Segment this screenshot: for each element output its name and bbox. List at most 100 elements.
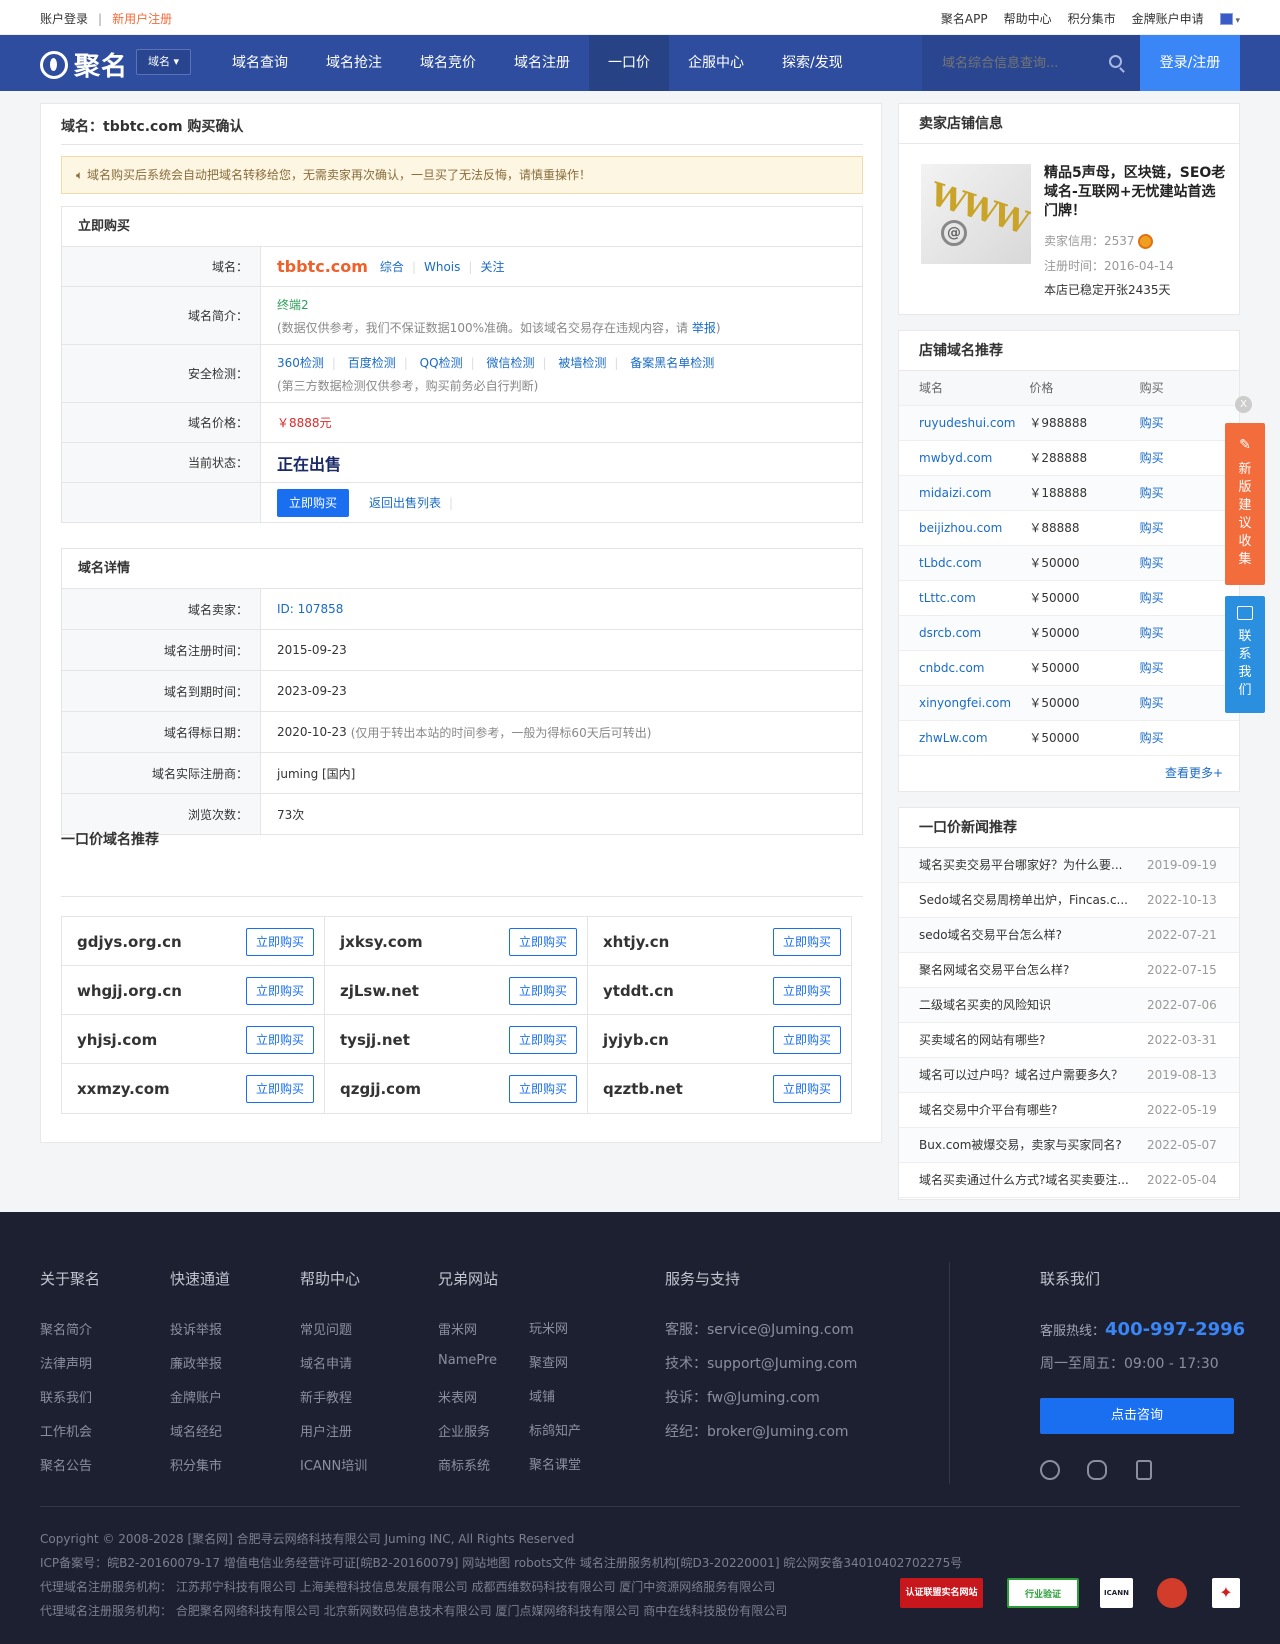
- check-qq-link[interactable]: QQ检测: [420, 356, 463, 370]
- overview-link[interactable]: 综合: [380, 258, 404, 275]
- check-wall-link[interactable]: 被墙检测: [558, 356, 606, 370]
- recommend-domain[interactable]: zjLsw.net: [340, 982, 419, 1000]
- seller-id-link[interactable]: ID: 107858: [277, 602, 862, 616]
- recommend-buy-button[interactable]: 立即购买: [773, 928, 841, 956]
- news-title-link[interactable]: 域名买卖通过什么方式?域名买卖要注...: [919, 1163, 1137, 1197]
- wechat-icon[interactable]: [1087, 1460, 1107, 1480]
- report-link[interactable]: 举报: [692, 321, 716, 335]
- recommend-buy-button[interactable]: 立即购买: [246, 1075, 314, 1103]
- domain-type-select[interactable]: 域名 ▾: [136, 49, 191, 75]
- search-icon[interactable]: [1109, 55, 1122, 68]
- nav-item-domain-register[interactable]: 域名注册: [495, 35, 589, 91]
- footer-link[interactable]: 投诉举报: [170, 1319, 230, 1353]
- footer-link[interactable]: 标鸽知产: [529, 1420, 581, 1454]
- shop-name[interactable]: 精品5声母，区块链，SEO老域名-互联网+无忧建站首选门牌！: [1044, 164, 1229, 221]
- shop-domain-link[interactable]: xinyongfei.com: [899, 686, 1029, 720]
- footer-link[interactable]: 商标系统: [438, 1455, 498, 1489]
- shop-domain-link[interactable]: zhwLw.com: [899, 721, 1029, 755]
- footer-link[interactable]: 域铺: [529, 1386, 581, 1420]
- login-register-button[interactable]: 登录/注册: [1140, 35, 1240, 91]
- shop-image[interactable]: WWW @: [921, 164, 1031, 264]
- check-baidu-link[interactable]: 百度检测: [348, 356, 396, 370]
- language-selector[interactable]: ▾: [1219, 12, 1240, 26]
- buy-now-button[interactable]: 立即购买: [277, 488, 349, 517]
- footer-link[interactable]: 域名申请: [300, 1353, 367, 1387]
- footer-link[interactable]: 雷米网: [438, 1319, 498, 1353]
- recommend-domain[interactable]: qzgjj.com: [340, 1080, 421, 1098]
- icann-badge[interactable]: ICANN: [1100, 1578, 1133, 1608]
- recommend-buy-button[interactable]: 立即购买: [246, 928, 314, 956]
- recommend-buy-button[interactable]: 立即购买: [509, 1075, 577, 1103]
- recommend-domain[interactable]: whgjj.org.cn: [77, 982, 182, 1000]
- contact-float-button[interactable]: 联系我们: [1225, 596, 1265, 713]
- footer-link[interactable]: 金牌账户: [170, 1387, 230, 1421]
- industry-verify-badge[interactable]: 行业验证: [1007, 1578, 1079, 1608]
- recommend-domain[interactable]: yhjsj.com: [77, 1031, 157, 1049]
- nav-item-enterprise[interactable]: 企服中心: [669, 35, 763, 91]
- footer-link[interactable]: 廉政举报: [170, 1353, 230, 1387]
- footer-link[interactable]: 用户注册: [300, 1421, 367, 1455]
- whois-link[interactable]: Whois: [424, 260, 460, 274]
- see-more-link[interactable]: 查看更多+: [899, 756, 1239, 790]
- search-input[interactable]: [942, 53, 1102, 73]
- footer-link[interactable]: 聚名课堂: [529, 1454, 581, 1488]
- follow-link[interactable]: 关注: [480, 258, 504, 275]
- news-title-link[interactable]: 域名交易中介平台有哪些?: [919, 1093, 1137, 1127]
- news-title-link[interactable]: Bux.com被爆交易，卖家与买家同名?: [919, 1128, 1137, 1162]
- footer-link[interactable]: 常见问题: [300, 1319, 367, 1353]
- nav-item-fixed-price[interactable]: 一口价: [589, 35, 669, 91]
- shop-domain-link[interactable]: tLttc.com: [899, 581, 1029, 615]
- footer-link[interactable]: 聚名简介: [40, 1319, 100, 1353]
- recommend-domain[interactable]: jyjyb.cn: [603, 1031, 669, 1049]
- recommend-domain[interactable]: xhtjy.cn: [603, 933, 669, 951]
- register-link[interactable]: 新用户注册: [112, 12, 172, 26]
- shop-domain-link[interactable]: midaizi.com: [899, 476, 1029, 510]
- gov-badge[interactable]: ✦: [1212, 1578, 1240, 1608]
- app-link[interactable]: 聚名APP: [941, 10, 988, 27]
- shop-domain-link[interactable]: ruyudeshui.com: [899, 406, 1029, 440]
- recommend-domain[interactable]: qzztb.net: [603, 1080, 683, 1098]
- police-badge[interactable]: [1157, 1578, 1187, 1608]
- tiktok-icon[interactable]: [1136, 1460, 1152, 1480]
- news-title-link[interactable]: Sedo域名交易周榜单出炉，Fincas.c...: [919, 883, 1137, 917]
- footer-link[interactable]: 积分集市: [170, 1455, 230, 1489]
- news-title-link[interactable]: 聚名网域名交易平台怎么样?: [919, 953, 1137, 987]
- gold-account-link[interactable]: 金牌账户申请: [1132, 10, 1204, 27]
- nav-item-domain-query[interactable]: 域名查询: [213, 35, 307, 91]
- footer-link[interactable]: 玩米网: [529, 1318, 581, 1352]
- points-link[interactable]: 积分集市: [1068, 10, 1116, 27]
- footer-link[interactable]: 联系我们: [40, 1387, 100, 1421]
- nav-item-domain-snap[interactable]: 域名抢注: [307, 35, 401, 91]
- recommend-domain[interactable]: tysjj.net: [340, 1031, 410, 1049]
- news-title-link[interactable]: 二级域名买卖的风险知识: [919, 988, 1137, 1022]
- shop-domain-link[interactable]: mwbyd.com: [899, 441, 1029, 475]
- shop-domain-link[interactable]: dsrcb.com: [899, 616, 1029, 650]
- recommend-domain[interactable]: gdjys.org.cn: [77, 933, 182, 951]
- logo[interactable]: 聚名: [40, 46, 128, 83]
- login-link[interactable]: 账户登录: [40, 12, 88, 26]
- service-email[interactable]: 客服：service@Juming.com: [665, 1319, 857, 1353]
- recommend-domain[interactable]: ytddt.cn: [603, 982, 674, 1000]
- nav-item-explore[interactable]: 探索/发现: [763, 35, 862, 91]
- back-to-list-link[interactable]: 返回出售列表: [369, 494, 441, 511]
- check-wechat-link[interactable]: 微信检测: [486, 356, 534, 370]
- news-title-link[interactable]: 域名可以过户吗？域名过户需要多久？: [919, 1058, 1137, 1092]
- recommend-buy-button[interactable]: 立即购买: [773, 977, 841, 1005]
- footer-link[interactable]: 域名经纪: [170, 1421, 230, 1455]
- shop-domain-link[interactable]: beijizhou.com: [899, 511, 1029, 545]
- footer-link[interactable]: 米表网: [438, 1387, 498, 1421]
- weibo-icon[interactable]: [1040, 1460, 1060, 1480]
- complaint-email[interactable]: 投诉：fw@Juming.com: [665, 1387, 857, 1421]
- footer-link[interactable]: 聚名公告: [40, 1455, 100, 1489]
- support-email[interactable]: 技术：support@Juming.com: [665, 1353, 857, 1387]
- recommend-buy-button[interactable]: 立即购买: [509, 977, 577, 1005]
- footer-link[interactable]: NamePre: [438, 1353, 498, 1387]
- footer-link[interactable]: 新手教程: [300, 1387, 367, 1421]
- footer-link[interactable]: 法律声明: [40, 1353, 100, 1387]
- shop-domain-link[interactable]: tLbdc.com: [899, 546, 1029, 580]
- news-title-link[interactable]: 域名买卖交易平台哪家好？为什么要...: [919, 848, 1137, 882]
- hotline-number[interactable]: 400-997-2996: [1105, 1319, 1245, 1340]
- recommend-buy-button[interactable]: 立即购买: [509, 1026, 577, 1054]
- recommend-buy-button[interactable]: 立即购买: [246, 1026, 314, 1054]
- check-360-link[interactable]: 360检测: [277, 356, 324, 370]
